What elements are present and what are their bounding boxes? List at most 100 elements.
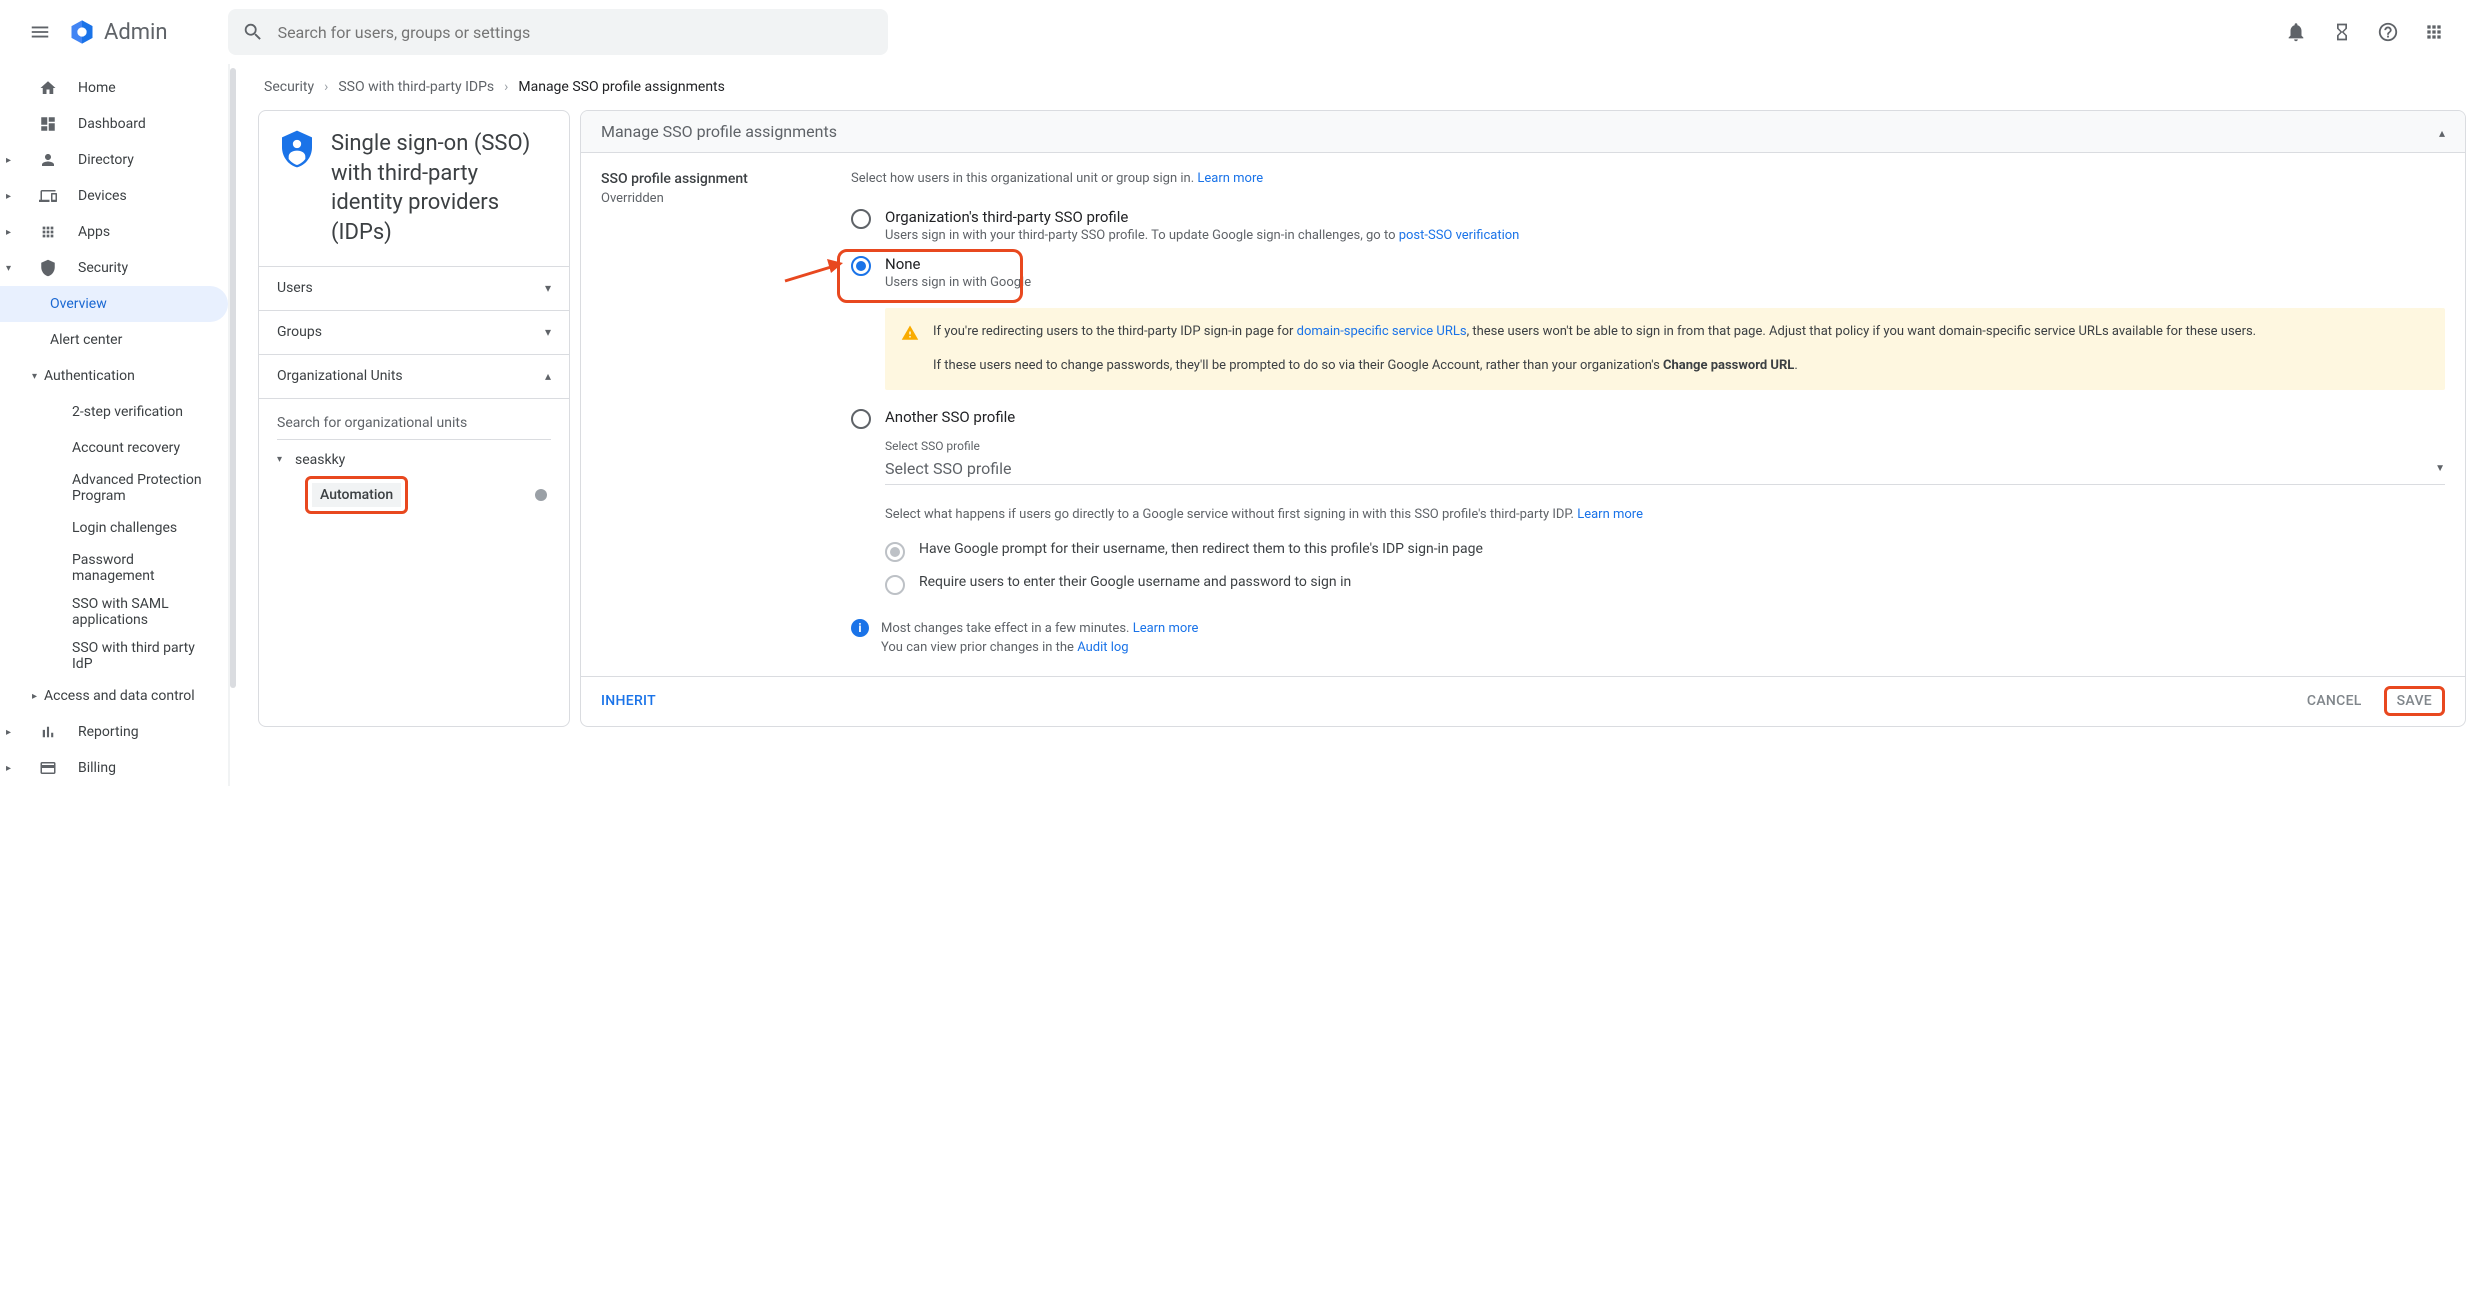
tasks-hourglass-icon[interactable] — [2322, 12, 2362, 52]
header-actions — [2276, 12, 2454, 52]
left-row-users[interactable]: Users — [259, 266, 569, 310]
chevron-down-icon — [545, 324, 551, 340]
chevron-right-icon: › — [324, 79, 328, 95]
nav-label: Authentication — [44, 368, 135, 384]
post-sso-link[interactable]: post-SSO verification — [1399, 228, 1520, 243]
help-icon[interactable] — [2368, 12, 2408, 52]
nav-label: Home — [78, 80, 116, 96]
sidebar-item-2step[interactable]: 2-step verification — [0, 394, 228, 430]
sidebar: Home Dashboard ▸Directory ▸Devices ▸Apps… — [0, 64, 228, 786]
radio-icon — [885, 542, 905, 562]
learn-more-link[interactable]: Learn more — [1577, 507, 1643, 522]
radio-icon — [851, 209, 871, 229]
nav-label: Billing — [78, 760, 116, 776]
chevron-down-icon: ▼ — [2435, 463, 2445, 474]
direct-behavior-text: Select what happens if users go directly… — [885, 505, 2445, 525]
info-icon: i — [851, 619, 869, 637]
nav-label: Reporting — [78, 724, 139, 740]
annotation-highlight: SAVE — [2384, 686, 2445, 716]
sidebar-item-apps[interactable]: ▸Apps — [0, 214, 228, 250]
chevron-down-icon: ▾ — [277, 454, 287, 465]
notifications-icon[interactable] — [2276, 12, 2316, 52]
sidebar-item-authentication[interactable]: ▾Authentication — [0, 358, 228, 394]
right-panel: Manage SSO profile assignments SSO profi… — [580, 110, 2466, 727]
nav-label: Overview — [50, 296, 107, 312]
ou-child-automation[interactable]: Automation — [312, 483, 401, 507]
warning-box: If you're redirecting users to the third… — [885, 308, 2445, 390]
nav-label: Access and data control — [44, 688, 195, 704]
search-bar[interactable] — [228, 9, 888, 55]
sidebar-item-devices[interactable]: ▸Devices — [0, 178, 228, 214]
nav-label: Login challenges — [72, 520, 177, 536]
right-panel-footer: INHERIT CANCEL SAVE — [581, 676, 2465, 726]
left-row-groups[interactable]: Groups — [259, 310, 569, 354]
section-heading: SSO profile assignment Overridden — [601, 171, 801, 658]
nav-label: Advanced Protection Program — [72, 472, 218, 504]
left-row-ou[interactable]: Organizational Units — [259, 354, 569, 398]
sidebar-item-password-mgmt[interactable]: Password management — [0, 546, 228, 590]
radio-none[interactable]: None Users sign in with Google — [851, 249, 2445, 296]
nav-label: Account recovery — [72, 440, 180, 456]
nav-label: Alert center — [50, 332, 122, 348]
select-sso-profile[interactable]: Select SSO profile Select SSO profile▼ — [885, 439, 2445, 485]
sidebar-item-sso-third-party[interactable]: SSO with third party IdP — [0, 634, 228, 678]
nav-label: 2-step verification — [72, 404, 183, 420]
sidebar-item-account-recovery[interactable]: Account recovery — [0, 430, 228, 466]
audit-log-link[interactable]: Audit log — [1077, 640, 1128, 655]
left-panel-title: Single sign-on (SSO) with third-party id… — [331, 129, 551, 248]
nav-label: Password management — [72, 552, 218, 584]
ou-root[interactable]: ▾seaskky — [277, 450, 551, 470]
chevron-up-icon — [545, 368, 551, 384]
radio-require-google[interactable]: Require users to enter their Google user… — [885, 568, 2445, 601]
search-input[interactable] — [278, 23, 874, 42]
domain-urls-link[interactable]: domain-specific service URLs — [1297, 324, 1467, 339]
nav-label: Apps — [78, 224, 110, 240]
save-button[interactable]: SAVE — [2397, 693, 2432, 709]
nav-label: Directory — [78, 152, 134, 168]
chevron-down-icon — [545, 280, 551, 296]
inherit-button[interactable]: INHERIT — [601, 693, 656, 709]
sidebar-item-dashboard[interactable]: Dashboard — [0, 106, 228, 142]
sidebar-item-advanced-protection[interactable]: Advanced Protection Program — [0, 466, 228, 510]
breadcrumb: Security › SSO with third-party IDPs › M… — [236, 64, 2470, 110]
annotation-highlight: Automation — [305, 476, 408, 514]
security-shield-icon — [277, 129, 317, 169]
apps-grid-icon[interactable] — [2414, 12, 2454, 52]
chevron-right-icon: › — [504, 79, 508, 95]
logo-area[interactable]: Admin — [68, 18, 168, 46]
hamburger-menu-icon[interactable] — [16, 8, 64, 56]
breadcrumb-current: Manage SSO profile assignments — [518, 79, 725, 95]
sidebar-item-login-challenges[interactable]: Login challenges — [0, 510, 228, 546]
sidebar-item-billing[interactable]: ▸Billing — [0, 750, 228, 786]
app-name: Admin — [104, 20, 168, 45]
ou-status-dot-icon — [535, 489, 547, 501]
ou-search[interactable]: Search for organizational units — [277, 411, 551, 440]
sidebar-item-directory[interactable]: ▸Directory — [0, 142, 228, 178]
radio-icon — [885, 575, 905, 595]
right-panel-header[interactable]: Manage SSO profile assignments — [581, 111, 2465, 153]
nav-label: Security — [78, 260, 128, 276]
breadcrumb-sso[interactable]: SSO with third-party IDPs — [338, 79, 494, 95]
radio-another-sso[interactable]: Another SSO profile — [851, 402, 2445, 435]
sidebar-item-overview[interactable]: Overview — [0, 286, 228, 322]
radio-icon — [851, 256, 871, 276]
nav-label: Dashboard — [78, 116, 146, 132]
radio-prompt-redirect[interactable]: Have Google prompt for their username, t… — [885, 535, 2445, 568]
sidebar-item-security[interactable]: ▾Security — [0, 250, 228, 286]
radio-icon — [851, 409, 871, 429]
sidebar-item-reporting[interactable]: ▸Reporting — [0, 714, 228, 750]
sidebar-item-access-data[interactable]: ▸Access and data control — [0, 678, 228, 714]
top-bar: Admin — [0, 0, 2470, 64]
left-panel: Single sign-on (SSO) with third-party id… — [258, 110, 570, 727]
breadcrumb-security[interactable]: Security — [264, 79, 314, 95]
learn-more-link[interactable]: Learn more — [1197, 171, 1263, 186]
sidebar-item-sso-saml[interactable]: SSO with SAML applications — [0, 590, 228, 634]
sidebar-item-home[interactable]: Home — [0, 70, 228, 106]
nav-label: Devices — [78, 188, 127, 204]
admin-logo-icon — [68, 18, 96, 46]
radio-org-sso[interactable]: Organization's third-party SSO profile U… — [851, 202, 2445, 249]
learn-more-link[interactable]: Learn more — [1133, 621, 1199, 636]
sidebar-item-alert-center[interactable]: Alert center — [0, 322, 228, 358]
cancel-button[interactable]: CANCEL — [2307, 693, 2362, 709]
info-row: i Most changes take effect in a few minu… — [851, 619, 2445, 658]
